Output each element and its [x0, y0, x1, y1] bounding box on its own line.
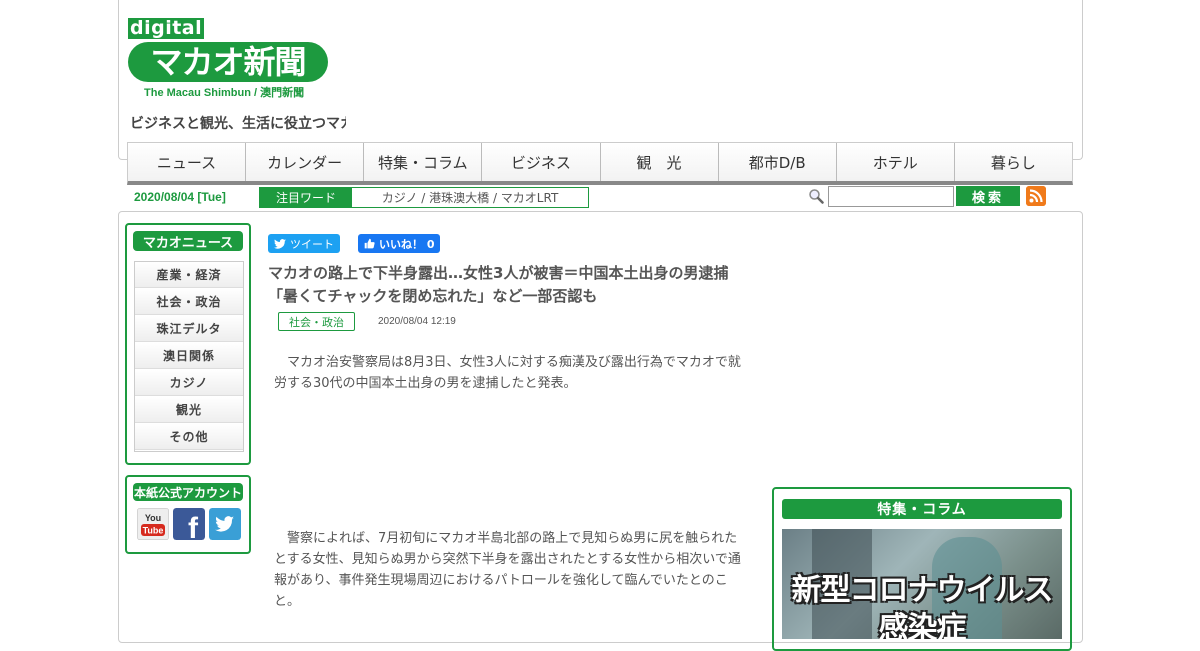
- facebook-like-button[interactable]: いいね！ 0: [358, 234, 441, 253]
- nav-business[interactable]: ビジネス: [482, 143, 601, 181]
- sidebar-news-box: マカオニュース 産業・経済 社会・政治 珠江デルタ 澳日関係 カジノ 観光 その…: [125, 223, 251, 465]
- feature-banner-image[interactable]: 新型コロナウイルス 感染症: [782, 529, 1062, 639]
- sidebar-item-other[interactable]: その他: [135, 424, 243, 450]
- nav-hotel[interactable]: ホテル: [837, 143, 955, 181]
- article-title-line1: マカオの路上で下半身露出…女性3人が被害＝中国本土出身の男逮捕: [268, 264, 729, 282]
- tweet-button[interactable]: ツイート: [268, 234, 340, 253]
- current-date: 2020/08/04 [Tue]: [134, 190, 226, 204]
- facebook-like-icon: [364, 238, 375, 249]
- svg-text:f: f: [188, 512, 199, 540]
- twitter-bird-icon[interactable]: [209, 508, 241, 540]
- article-title: マカオの路上で下半身露出…女性3人が被害＝中国本土出身の男逮捕 「暑くてチャック…: [268, 262, 778, 308]
- sidebar-news-list: 産業・経済 社会・政治 珠江デルタ 澳日関係 カジノ 観光 その他: [134, 261, 244, 452]
- like-label: いいね！ 0: [379, 237, 435, 251]
- trend-words-links[interactable]: カジノ / 港珠澳大橋 / マカオLRT: [352, 188, 588, 207]
- youtube-icon[interactable]: You Tube: [137, 508, 169, 540]
- svg-text:You: You: [145, 513, 161, 523]
- logo-digital-text: digital: [128, 17, 205, 39]
- sidebar-item-macau-japan[interactable]: 澳日関係: [135, 343, 243, 369]
- sidebar-item-tourism[interactable]: 観光: [135, 397, 243, 423]
- sidebar-item-society[interactable]: 社会・政治: [135, 289, 243, 315]
- sidebar-account-heading: 本紙公式アカウント: [133, 483, 243, 501]
- sidebar-item-industry[interactable]: 産業・経済: [135, 262, 243, 288]
- category-tag[interactable]: 社会・政治: [278, 312, 355, 331]
- nav-calendar[interactable]: カレンダー: [246, 143, 365, 181]
- nav-news[interactable]: ニュース: [128, 143, 247, 181]
- article-paragraph-2: 警察によれば、7月初旬にマカオ半島北部の路上で見知らぬ男に尻を触られたとする女性…: [274, 531, 741, 609]
- svg-text:Tube: Tube: [143, 526, 164, 536]
- feature-column-box: 特集・コラム 新型コロナウイルス 感染症: [772, 487, 1072, 651]
- nav-features[interactable]: 特集・コラム: [364, 143, 483, 181]
- sidebar-account-box: 本紙公式アカウント You Tube f: [125, 475, 251, 554]
- nav-tourism[interactable]: 観 光: [601, 143, 719, 181]
- sidebar-item-pearl-delta[interactable]: 珠江デルタ: [135, 316, 243, 342]
- trend-words-box: 注目ワード カジノ / 港珠澳大橋 / マカオLRT: [259, 187, 589, 208]
- rss-icon[interactable]: [1026, 186, 1046, 206]
- logo-main-text: マカオ新聞: [128, 42, 328, 82]
- main-nav: ニュース カレンダー 特集・コラム ビジネス 観 光 都市D/B ホテル 暮らし: [127, 142, 1073, 185]
- site-logo[interactable]: digital マカオ新聞 The Macau Shimbun / 澳門新聞: [128, 18, 348, 102]
- facebook-icon[interactable]: f: [173, 508, 205, 540]
- sidebar-news-heading: マカオニュース: [133, 231, 243, 251]
- article-date: 2020/08/04 12:19: [378, 316, 456, 327]
- search-button[interactable]: 検索: [956, 186, 1020, 206]
- site-tagline: ビジネスと観光、生活に役立つマカ: [130, 116, 346, 132]
- trend-label: 注目ワード: [260, 188, 352, 207]
- article-title-line2: 「暑くてチャックを閉め忘れた」など一部否認も: [268, 287, 598, 305]
- twitter-icon: [274, 238, 286, 249]
- tweet-label: ツイート: [290, 237, 334, 251]
- feature-image-title-line2: 感染症: [878, 611, 967, 639]
- nav-living[interactable]: 暮らし: [955, 143, 1072, 181]
- feature-heading: 特集・コラム: [782, 499, 1062, 519]
- logo-sub-text: The Macau Shimbun / 澳門新聞: [144, 87, 305, 99]
- article-paragraph-1: マカオ治安警察局は8月3日、女性3人に対する痴漢及び露出行為でマカオで就労する3…: [274, 355, 741, 391]
- nav-city-db[interactable]: 都市D/B: [719, 143, 837, 181]
- search-input[interactable]: [828, 186, 954, 207]
- sidebar-item-casino[interactable]: カジノ: [135, 370, 243, 396]
- search-icon: [809, 189, 824, 204]
